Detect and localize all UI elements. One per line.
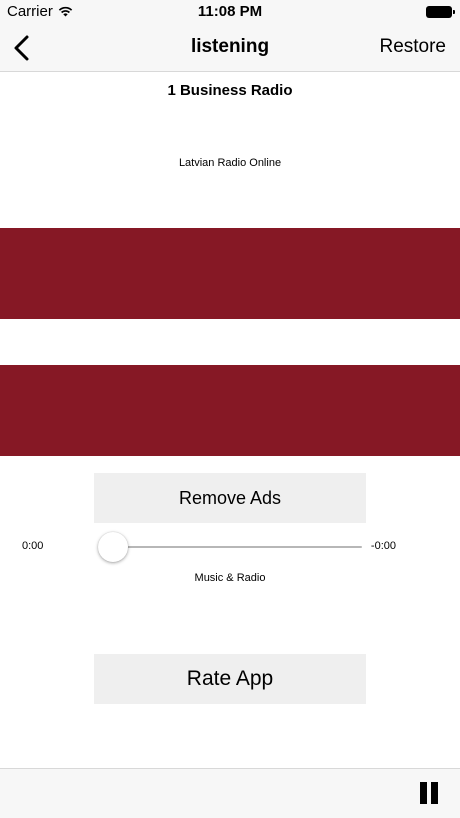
- playback-slider[interactable]: [98, 530, 362, 564]
- slider-track: [98, 546, 362, 548]
- player-caption: Music & Radio: [194, 572, 266, 584]
- station-subtitle: Latvian Radio Online: [178, 157, 282, 169]
- chevron-left-icon[interactable]: [10, 34, 34, 62]
- pause-bar-right: [431, 782, 438, 804]
- pause-bar-left: [420, 782, 427, 804]
- flag-band-top: [0, 228, 460, 319]
- slider-thumb[interactable]: [98, 532, 128, 562]
- flag-band-bottom: [0, 365, 460, 456]
- navigation-bar: listening Restore: [0, 24, 460, 72]
- status-bar: Carrier 11:08 PM: [0, 0, 460, 24]
- status-time: 11:08 PM: [197, 3, 263, 20]
- remove-ads-button[interactable]: Remove Ads: [94, 473, 366, 523]
- restore-button[interactable]: Restore: [379, 36, 446, 58]
- station-name: 1 Business Radio: [167, 82, 293, 99]
- pause-icon[interactable]: [418, 782, 440, 806]
- flag-band-middle: [0, 319, 460, 365]
- elapsed-time: 0:00: [22, 540, 44, 552]
- bottom-toolbar: [0, 768, 460, 818]
- rate-app-button[interactable]: Rate App: [94, 654, 366, 704]
- latvian-flag-image: [0, 228, 460, 457]
- remaining-time: -0:00: [370, 540, 396, 552]
- battery-icon: [426, 6, 455, 18]
